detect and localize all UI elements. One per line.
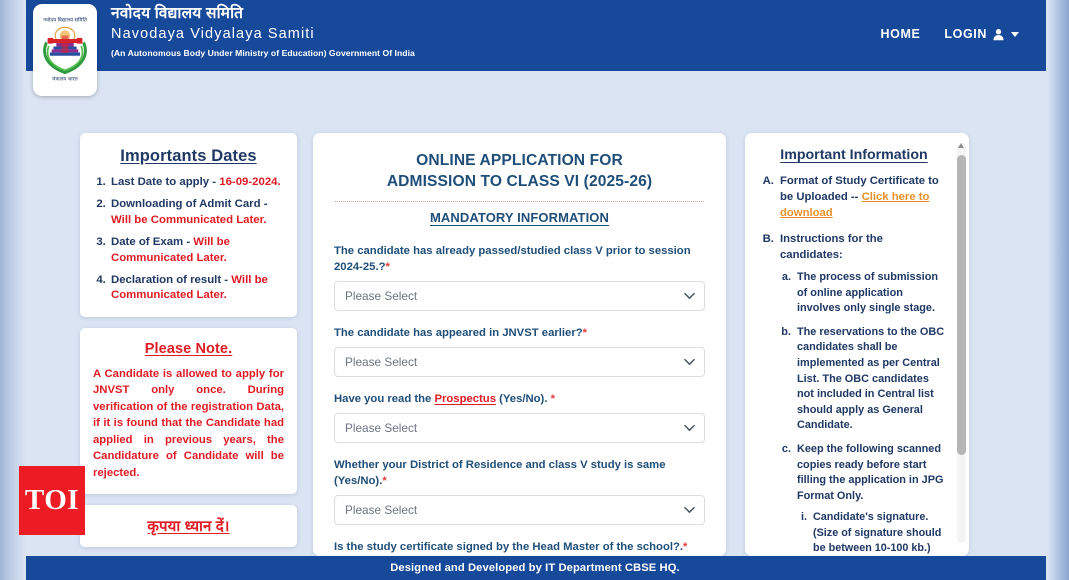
date-item-value: 16-09-2024.	[219, 176, 281, 188]
primary-nav: HOME LOGIN	[881, 27, 1019, 41]
important-information-scroll: Important Information Format of Study Ce…	[745, 133, 969, 556]
scrollbar-thumb[interactable]	[957, 155, 966, 455]
nav-login-link[interactable]: LOGIN	[944, 27, 1019, 41]
field-label-text: The candidate has appeared in JNVST earl…	[334, 327, 583, 339]
brand-subtitle: (An Autonomous Body Under Ministry of Ed…	[111, 48, 415, 58]
select-appeared-jnvst[interactable]: Please Select	[334, 347, 705, 377]
svg-text:मंत्रालय भारत: मंत्रालय भारत	[52, 76, 79, 83]
right-edge-gradient	[1047, 0, 1069, 580]
required-mark: *	[683, 541, 688, 553]
form-fields: The candidate has already passed/studied…	[313, 225, 726, 556]
list-item: Declaration of result - Will be Communic…	[109, 273, 285, 304]
field-label: The candidate has appeared in JNVST earl…	[334, 325, 705, 341]
form-title-line2: ADMISSION TO CLASS VI (2025-26)	[386, 173, 653, 190]
field-label-text-post: (Yes/No).	[495, 393, 551, 405]
info-b-text: Instructions for the candidates:	[780, 232, 883, 261]
brand-title-hindi: नवोदय विद्यालय समिति	[111, 5, 244, 22]
field-district-same: Whether your District of Residence and c…	[334, 457, 705, 525]
list-item: Format of Study Certificate to be Upload…	[777, 173, 947, 222]
field-certificate-signed: Is the study certificate signed by the H…	[334, 539, 705, 556]
field-label: The candidate has already passed/studied…	[334, 243, 705, 275]
instructions-list: The process of submission of online appl…	[794, 270, 947, 556]
form-header: ONLINE APPLICATION FOR ADMISSION TO CLAS…	[313, 133, 726, 225]
divider	[335, 201, 704, 202]
field-label: Is the study certificate signed by the H…	[334, 539, 705, 555]
field-passed-class-v: The candidate has already passed/studied…	[334, 243, 705, 311]
please-note-title: Please Note.	[144, 340, 233, 357]
select-district-same[interactable]: Please Select	[334, 495, 705, 525]
list-item: Candidate's signature. (Size of signatur…	[810, 510, 947, 556]
svg-text:नवोदय विद्यालय समिति: नवोदय विद्यालय समिति	[43, 17, 88, 24]
important-information-panel: Important Information Format of Study Ce…	[745, 133, 969, 556]
field-label-text: Is the study certificate signed by the H…	[334, 541, 684, 553]
field-label-text: Have you read the	[334, 393, 435, 405]
list-item: Downloading of Admit Card - Will be Comm…	[109, 197, 285, 228]
nav-login-label: LOGIN	[944, 27, 987, 41]
info-panel-scrollbar[interactable]	[957, 143, 966, 543]
brand-block: नवोदय विद्यालय समिति Navodaya Vidyalaya …	[111, 4, 415, 60]
brand-title-english: Navodaya Vidyalaya Samiti	[111, 26, 315, 42]
scanned-copies-text: Keep the following scanned copies ready …	[797, 442, 944, 502]
main-content: Importants Dates Last Date to apply - 16…	[24, 71, 1046, 556]
site-footer: Designed and Developed by IT Department …	[24, 556, 1046, 580]
date-item-value: Will be Communicated Later.	[111, 213, 267, 226]
date-item-lead: Declaration of result -	[111, 274, 232, 287]
form-subtitle: MANDATORY INFORMATION	[429, 210, 610, 225]
prospectus-link[interactable]: Prospectus	[434, 393, 496, 405]
scroll-up-arrow-icon[interactable]	[958, 143, 964, 148]
nvs-logo-tile[interactable]: नवोदय विद्यालय समिति मंत्रालय भारत	[33, 4, 97, 96]
required-mark: *	[550, 393, 556, 405]
site-header: नवोदय विद्यालय समिति मंत्रालय भारत नवोदय…	[24, 0, 1046, 96]
left-sidebar: Importants Dates Last Date to apply - 16…	[80, 133, 297, 558]
list-item: The process of submission of online appl…	[794, 270, 947, 317]
date-item-lead: Last Date to apply -	[111, 176, 220, 188]
toi-watermark-label: TOI	[24, 484, 80, 516]
required-mark: *	[582, 327, 588, 339]
hindi-note-card: कृपया ध्यान दें।	[80, 505, 297, 548]
required-mark: *	[382, 475, 387, 487]
important-dates-card: Importants Dates Last Date to apply - 16…	[80, 133, 297, 317]
important-dates-list: Last Date to apply - 16-09-2024. Downloa…	[109, 175, 285, 304]
please-note-card: Please Note. A Candidate is allowed to a…	[80, 327, 297, 495]
field-label: Whether your District of Residence and c…	[334, 457, 705, 489]
list-item: Last Date to apply - 16-09-2024.	[109, 175, 285, 190]
nav-home-link[interactable]: HOME	[881, 27, 921, 41]
user-icon	[993, 28, 1004, 40]
hindi-note-title: कृपया ध्यान दें।	[147, 518, 230, 536]
important-dates-title: Importants Dates	[120, 147, 257, 165]
chevron-down-icon	[1011, 31, 1019, 37]
footer-credit: Designed and Developed by IT Department …	[390, 562, 680, 574]
application-form-panel: ONLINE APPLICATION FOR ADMISSION TO CLAS…	[313, 133, 726, 556]
list-item: Instructions for the candidates: The pro…	[777, 231, 947, 556]
field-label: Have you read the Prospectus (Yes/No). *	[334, 391, 705, 407]
date-item-lead: Downloading of Admit Card -	[111, 198, 268, 211]
toi-watermark-logo: TOI	[19, 466, 85, 535]
nvs-emblem-icon: नवोदय विद्यालय समिति मंत्रालय भारत	[43, 17, 88, 83]
important-information-title: Important Information	[780, 147, 928, 163]
select-read-prospectus[interactable]: Please Select	[334, 413, 705, 443]
list-item: The reservations to the OBC candidates s…	[794, 325, 947, 434]
scanned-copies-list: Candidate's signature. (Size of signatur…	[810, 510, 947, 556]
page-root: नवोदय विद्यालय समिति मंत्रालय भारत नवोदय…	[0, 0, 1069, 580]
required-mark: *	[385, 261, 390, 273]
select-passed-class-v[interactable]: Please Select	[334, 281, 705, 311]
form-title-line1: ONLINE APPLICATION FOR	[416, 152, 623, 169]
list-item: Date of Exam - Will be Communicated Late…	[109, 235, 285, 266]
please-note-body: A Candidate is allowed to apply for JNVS…	[93, 367, 284, 479]
important-information-list: Format of Study Certificate to be Upload…	[777, 173, 947, 556]
date-item-lead: Date of Exam -	[111, 236, 194, 249]
field-read-prospectus: Have you read the Prospectus (Yes/No). *…	[334, 391, 705, 443]
field-appeared-jnvst: The candidate has appeared in JNVST earl…	[334, 325, 705, 377]
list-item: Keep the following scanned copies ready …	[794, 442, 947, 556]
